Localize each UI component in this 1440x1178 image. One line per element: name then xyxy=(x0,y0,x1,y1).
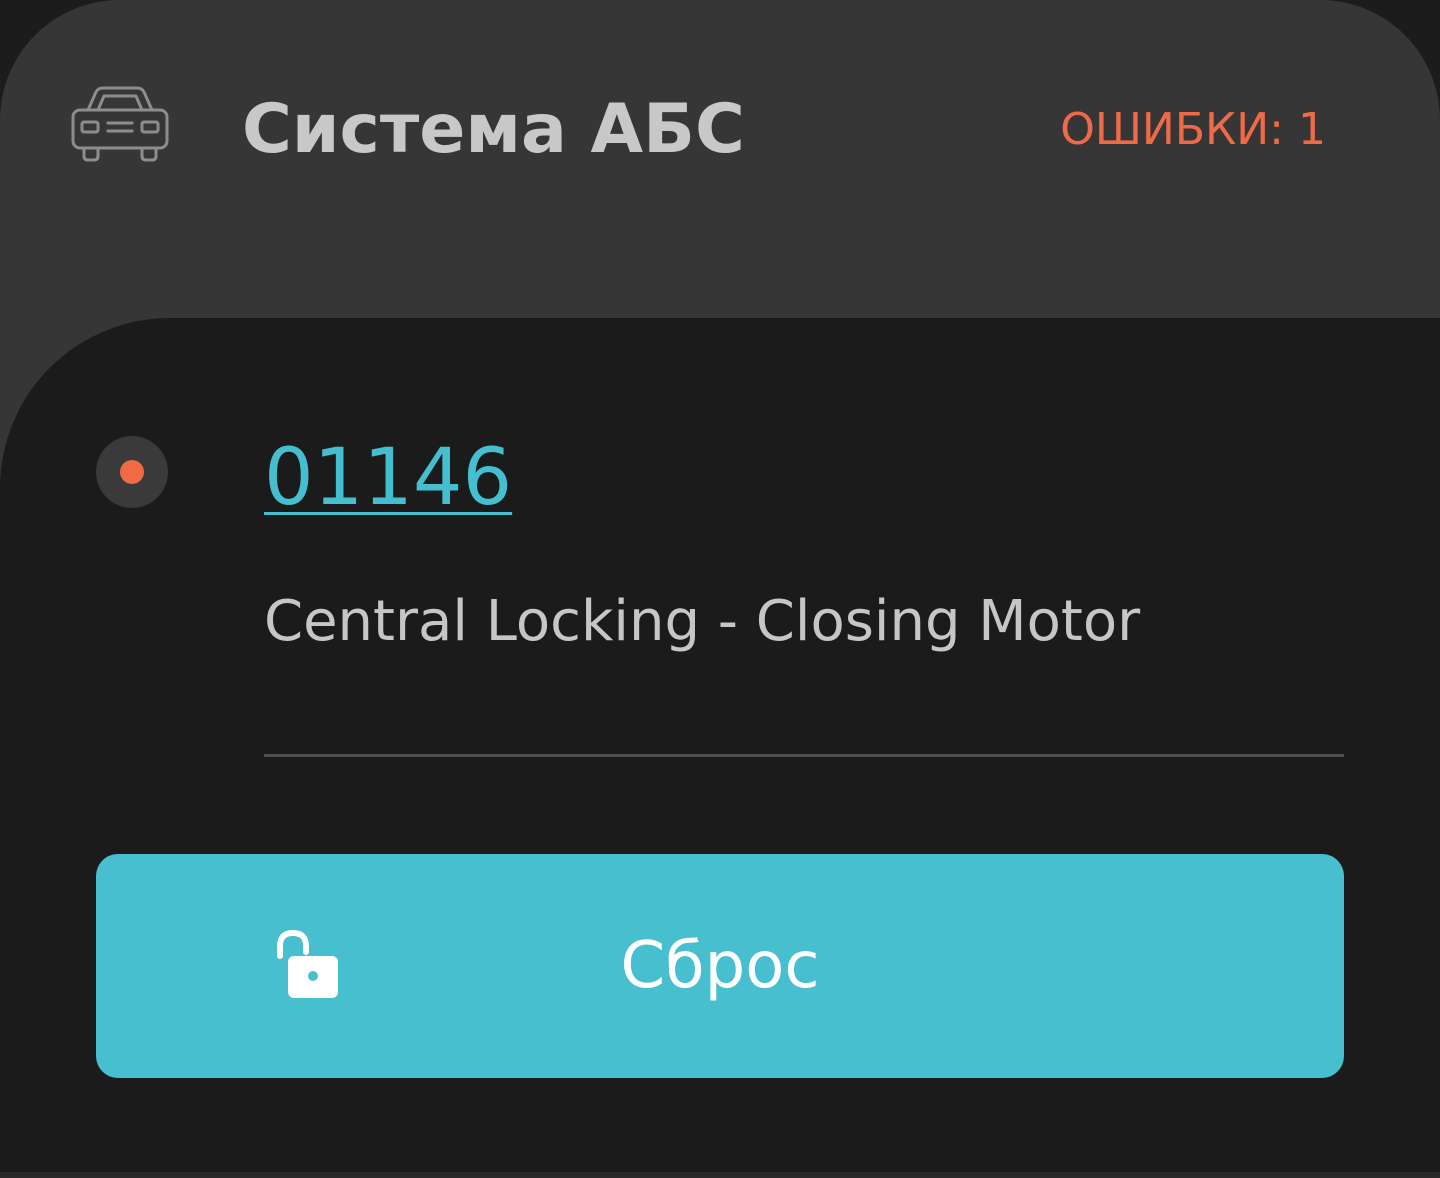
reset-button[interactable]: Сброс xyxy=(96,854,1344,1078)
page-title: Система АБС xyxy=(242,90,745,169)
divider xyxy=(264,754,1344,757)
error-count-badge: ОШИБКИ: 1 xyxy=(1060,104,1326,155)
bottom-edge xyxy=(0,1172,1440,1178)
fault-panel: 01146 Central Locking - Closing Motor Сб… xyxy=(0,318,1440,1178)
fault-code-link[interactable]: 01146 xyxy=(264,430,512,526)
error-dot-icon xyxy=(120,460,144,484)
reset-button-label: Сброс xyxy=(620,929,820,1003)
car-icon xyxy=(71,86,169,162)
error-status-icon xyxy=(96,436,168,508)
fault-description: Central Locking - Closing Motor xyxy=(264,589,1141,654)
ecu-card: Система АБС ОШИБКИ: 1 01146 Central Lock… xyxy=(0,0,1440,1178)
card-header: Система АБС ОШИБКИ: 1 xyxy=(0,0,1440,318)
